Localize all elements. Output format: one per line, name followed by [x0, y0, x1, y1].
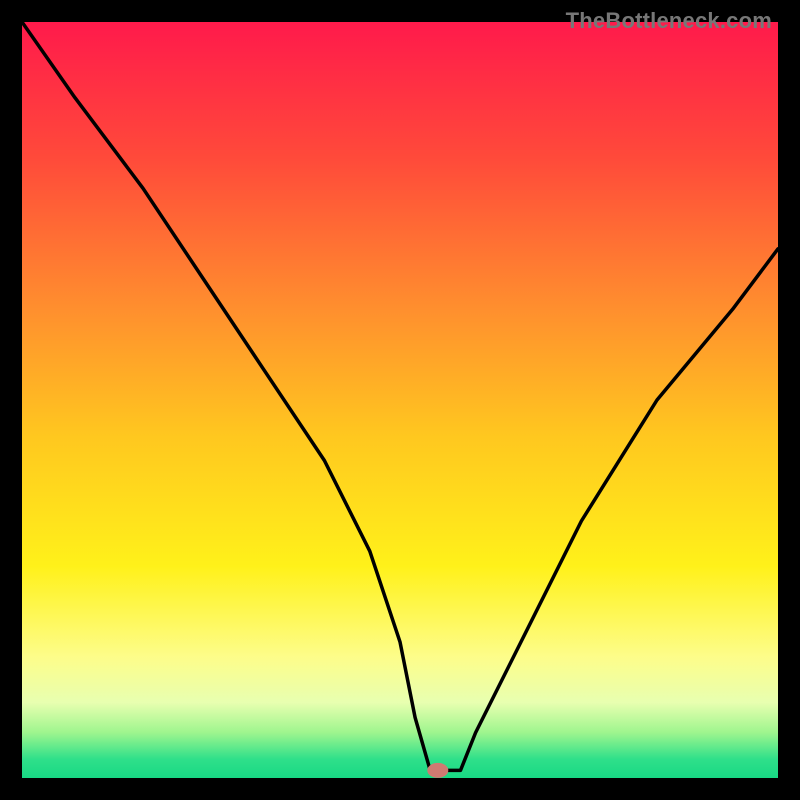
chart-container: TheBottleneck.com [0, 0, 800, 800]
optimal-point-marker [428, 763, 448, 777]
curve-layer [22, 22, 778, 778]
plot-area [22, 22, 778, 778]
watermark-text: TheBottleneck.com [566, 8, 772, 34]
bottleneck-curve [22, 22, 778, 770]
